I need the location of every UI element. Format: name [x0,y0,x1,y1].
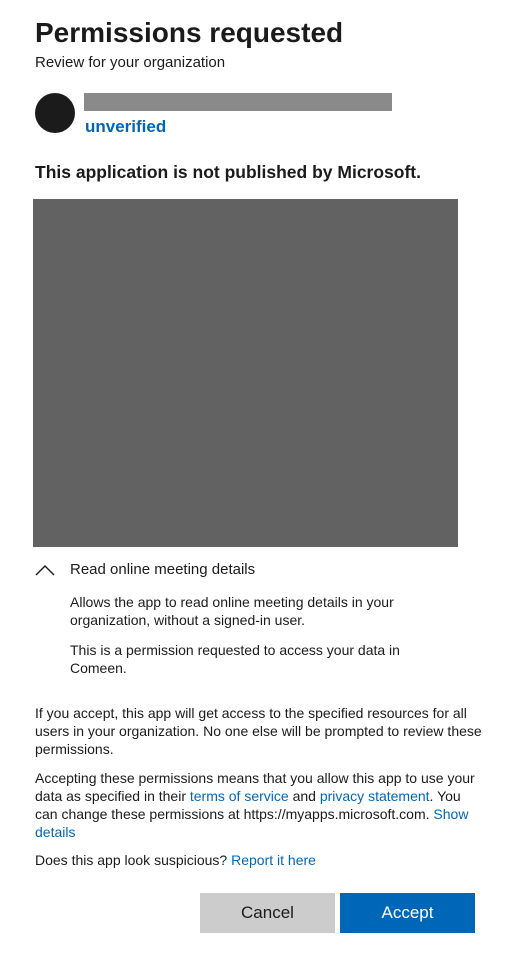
app-logo [35,93,75,133]
page-subtitle: Review for your organization [35,54,226,71]
suspicious-prompt: Does this app look suspicious? Report it… [35,851,483,869]
app-name-redacted [84,93,392,111]
accept-info-and: and [288,788,320,804]
page-title: Permissions requested [35,17,344,48]
permission-description: Allows the app to read online meeting de… [70,594,394,628]
publisher-warning: This application is not published by Mic… [35,162,421,182]
consent-text: If you accept, this app will get access … [35,705,482,757]
cancel-button[interactable]: Cancel [200,893,335,933]
accept-info: Accepting these permissions means that y… [35,769,483,841]
publisher-status: unverified [85,117,167,136]
report-it-link[interactable]: Report it here [231,852,316,868]
privacy-statement-link[interactable]: privacy statement [320,788,430,804]
accept-button[interactable]: Accept [340,893,475,933]
chevron-up-icon[interactable] [35,562,55,578]
terms-of-service-link[interactable]: terms of service [190,788,289,804]
permission-title[interactable]: Read online meeting details [70,560,255,580]
suspicious-prefix: Does this app look suspicious? [35,852,232,868]
permission-note: This is a permission requested to access… [70,642,400,676]
redacted-permissions-area [33,199,458,547]
